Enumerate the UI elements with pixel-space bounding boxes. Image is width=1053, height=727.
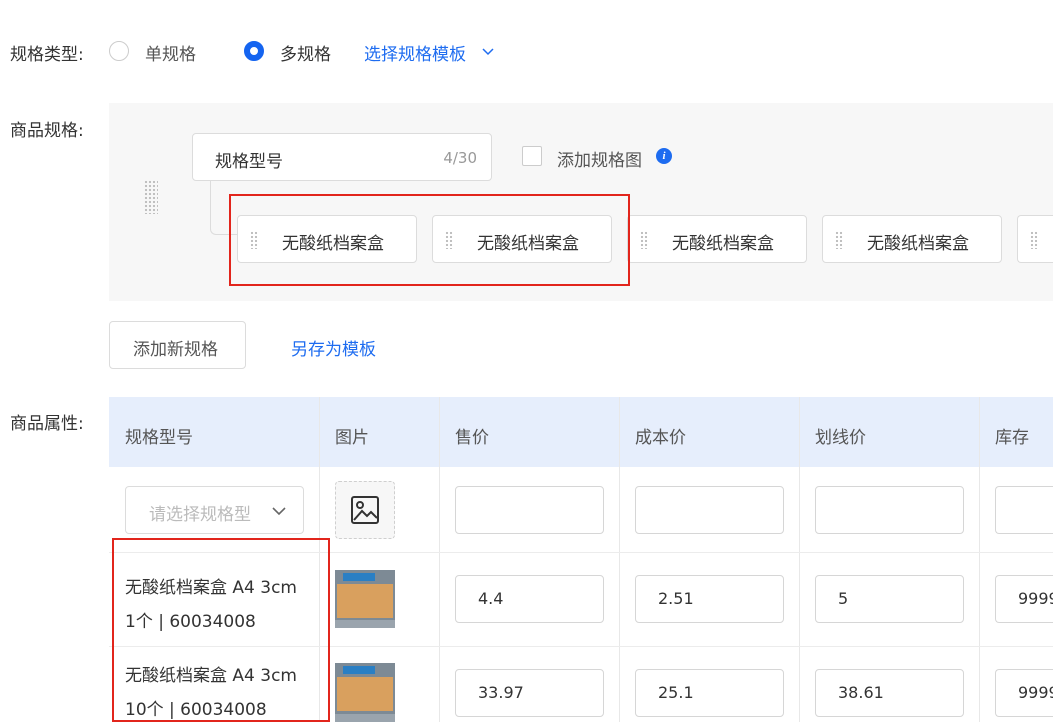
- strike-price-value: 38.61: [838, 683, 884, 702]
- add-new-spec-label: 添加新规格: [133, 340, 218, 360]
- spec-value-text: 无酸纸档案盒: [867, 234, 969, 254]
- strike-price-input[interactable]: 5: [815, 575, 964, 623]
- image-upload-button[interactable]: [335, 481, 395, 539]
- stock-input[interactable]: 9999: [995, 575, 1053, 623]
- cost-input[interactable]: 25.1: [635, 669, 784, 717]
- column-header: 售价: [455, 428, 489, 448]
- table-header: [109, 397, 1053, 467]
- highlight-box: [229, 194, 630, 286]
- radio-multi-spec[interactable]: [244, 41, 264, 61]
- spec-model-select-placeholder: 请选择规格型: [149, 505, 251, 525]
- spec-value-text: 无酸纸档案盒: [672, 234, 774, 254]
- chevron-down-icon[interactable]: [481, 44, 495, 58]
- cost-input[interactable]: 2.51: [635, 575, 784, 623]
- add-spec-image-checkbox[interactable]: [522, 146, 542, 166]
- drag-handle-icon[interactable]: [835, 231, 843, 249]
- batch-price-input[interactable]: [455, 486, 604, 534]
- product-thumbnail[interactable]: [335, 663, 395, 722]
- save-as-template-link[interactable]: 另存为模板: [291, 335, 376, 360]
- batch-strike-price-input[interactable]: [815, 486, 964, 534]
- drag-handle-icon[interactable]: [144, 180, 158, 214]
- radio-single-spec-label[interactable]: 单规格: [145, 40, 196, 65]
- stock-input[interactable]: 9999: [995, 669, 1053, 717]
- batch-stock-input[interactable]: [995, 486, 1053, 534]
- add-spec-image-label[interactable]: 添加规格图: [557, 146, 642, 171]
- spec-value-chip[interactable]: 无酸纸档案盒: [627, 215, 807, 263]
- cost-value: 25.1: [658, 683, 694, 702]
- spec-name-input[interactable]: 规格型号 4/30: [192, 133, 492, 181]
- batch-cost-input[interactable]: [635, 486, 784, 534]
- add-new-spec-button[interactable]: 添加新规格: [109, 321, 246, 369]
- product-spec-label: 商品规格:: [10, 121, 84, 141]
- radio-multi-spec-label[interactable]: 多规格: [280, 40, 331, 65]
- drag-handle-icon[interactable]: [640, 231, 648, 249]
- price-input[interactable]: 33.97: [455, 669, 604, 717]
- column-header: 划线价: [815, 428, 866, 448]
- drag-handle-icon[interactable]: [1030, 231, 1038, 249]
- column-header: 库存: [995, 428, 1029, 448]
- spec-name-value: 规格型号: [215, 152, 283, 172]
- highlight-box: [112, 538, 330, 722]
- strike-price-value: 5: [838, 589, 849, 608]
- column-header: 图片: [335, 428, 369, 448]
- spec-value-chip[interactable]: 无酸纸档案盒: [822, 215, 1002, 263]
- select-template-link[interactable]: 选择规格模板: [364, 40, 466, 65]
- char-counter: 4/30: [443, 149, 477, 167]
- product-thumbnail[interactable]: [335, 570, 395, 628]
- info-icon[interactable]: i: [656, 148, 672, 164]
- column-header: 规格型号: [125, 428, 193, 448]
- stock-value: 9999: [1018, 683, 1053, 702]
- chevron-down-icon: [272, 507, 286, 516]
- image-icon: [351, 496, 379, 524]
- price-value: 4.4: [478, 589, 504, 608]
- column-header: 成本价: [635, 428, 686, 448]
- price-value: 33.97: [478, 683, 524, 702]
- radio-single-spec[interactable]: [109, 41, 129, 61]
- price-input[interactable]: 4.4: [455, 575, 604, 623]
- spec-type-label: 规格类型:: [10, 45, 84, 65]
- spec-value-chip[interactable]: [1017, 215, 1053, 263]
- cost-value: 2.51: [658, 589, 694, 608]
- product-attributes-label: 商品属性:: [10, 414, 84, 434]
- spec-model-select[interactable]: 请选择规格型: [125, 486, 304, 534]
- strike-price-input[interactable]: 38.61: [815, 669, 964, 717]
- stock-value: 9999: [1018, 589, 1053, 608]
